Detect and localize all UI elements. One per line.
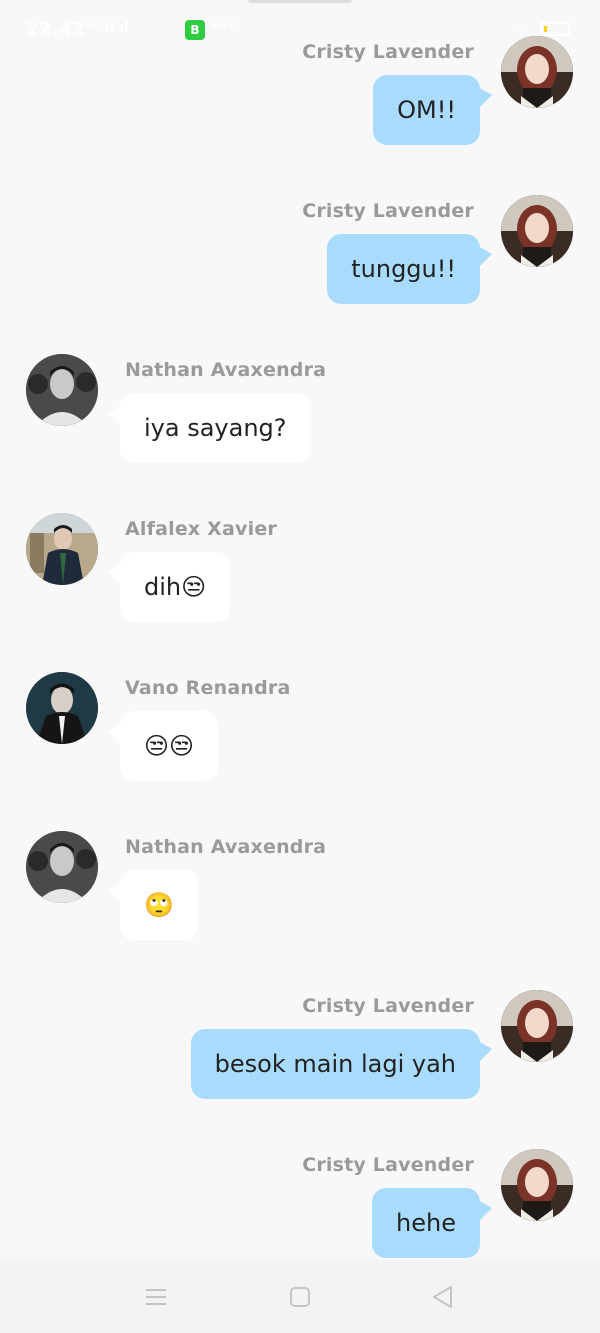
message-text: dih😒 bbox=[144, 573, 207, 601]
sender-name: Nathan Avaxendra bbox=[125, 836, 327, 858]
nathan-avatar[interactable] bbox=[26, 354, 98, 426]
alfalex-avatar[interactable] bbox=[26, 513, 98, 585]
nathan-avatar[interactable] bbox=[26, 831, 98, 903]
message-bubble[interactable]: dih😒 bbox=[108, 552, 231, 622]
message-text: tunggu!! bbox=[351, 255, 456, 283]
chat-message: Vano Renandra 😒😒 bbox=[0, 672, 600, 812]
home-icon[interactable] bbox=[285, 1282, 315, 1312]
message-bubble[interactable]: hehe bbox=[372, 1188, 492, 1258]
message-text: hehe bbox=[396, 1209, 456, 1237]
message-bubble[interactable]: besok main lagi yah bbox=[190, 1029, 492, 1099]
sender-name: Cristy Lavender bbox=[302, 200, 474, 222]
message-text: 😒😒 bbox=[144, 732, 195, 760]
chat-message: Nathan Avaxendra 🙄 bbox=[0, 831, 600, 971]
chat-message: Alfalex Xavier dih😒 bbox=[0, 513, 600, 653]
back-icon[interactable] bbox=[428, 1282, 458, 1312]
message-bubble[interactable]: tunggu!! bbox=[327, 234, 492, 304]
bubble-tail bbox=[478, 87, 492, 109]
sender-name: Nathan Avaxendra bbox=[125, 359, 327, 381]
message-bubble[interactable]: 😒😒 bbox=[108, 711, 219, 781]
sender-name: Vano Renandra bbox=[125, 677, 291, 699]
sender-name: Alfalex Xavier bbox=[125, 518, 277, 540]
message-text: 🙄 bbox=[144, 891, 174, 919]
bubble-tail bbox=[478, 246, 492, 268]
top-notch bbox=[248, 0, 352, 3]
message-bubble[interactable]: OM!! bbox=[373, 75, 492, 145]
bubble-tail bbox=[108, 723, 122, 745]
sender-name: Cristy Lavender bbox=[302, 41, 474, 63]
message-text: besok main lagi yah bbox=[214, 1050, 456, 1078]
bubble-tail bbox=[108, 405, 122, 427]
message-bubble[interactable]: 🙄 bbox=[108, 870, 198, 940]
menu-icon[interactable] bbox=[141, 1282, 171, 1312]
cristy-avatar[interactable] bbox=[501, 1149, 573, 1221]
sender-name: Cristy Lavender bbox=[302, 1154, 474, 1176]
cristy-avatar[interactable] bbox=[501, 990, 573, 1062]
chat-message: Nathan Avaxendra iya sayang? bbox=[0, 354, 600, 494]
chat-message: Cristy Lavender OM!! bbox=[0, 36, 600, 176]
chat-message: Cristy Lavender tunggu!! bbox=[0, 195, 600, 335]
bubble-tail bbox=[108, 882, 122, 904]
system-nav-bar bbox=[0, 1260, 600, 1333]
battery-icon bbox=[540, 22, 570, 36]
cristy-avatar[interactable] bbox=[501, 36, 573, 108]
message-text: OM!! bbox=[397, 96, 456, 124]
message-bubble[interactable]: iya sayang? bbox=[108, 393, 311, 463]
bubble-tail bbox=[478, 1041, 492, 1063]
bubble-tail bbox=[478, 1200, 492, 1222]
battery-level bbox=[544, 26, 547, 32]
vano-avatar[interactable] bbox=[26, 672, 98, 744]
cristy-avatar[interactable] bbox=[501, 195, 573, 267]
chat-message: Cristy Lavender besok main lagi yah bbox=[0, 990, 600, 1130]
message-text: iya sayang? bbox=[144, 414, 287, 442]
signal-icon: ᵛᵒ ıl ıl bbox=[86, 20, 129, 36]
more-notifications-icon: ••• bbox=[210, 18, 237, 34]
bubble-tail bbox=[108, 564, 122, 586]
sender-name: Cristy Lavender bbox=[302, 995, 474, 1017]
